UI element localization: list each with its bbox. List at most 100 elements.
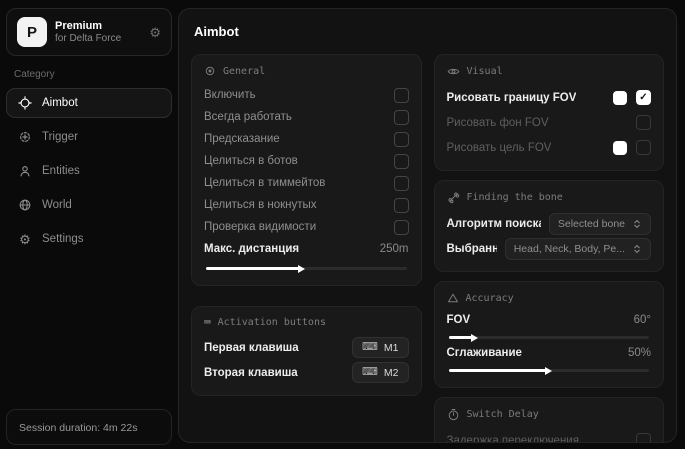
general-card-title: General bbox=[223, 66, 265, 77]
slider-value: 60° bbox=[634, 314, 651, 326]
keybind-row: Вторая клавиша ⌨ M2 bbox=[204, 360, 409, 385]
fov-slider[interactable] bbox=[449, 336, 650, 339]
setting-row: Целиться в нокнутых ✓ bbox=[204, 194, 409, 216]
accuracy-card: Accuracy FOV 60° Сглаживание 50% bbox=[434, 281, 665, 388]
setting-row: Проверка видимости ✓ bbox=[204, 216, 409, 238]
bone-icon bbox=[447, 191, 460, 204]
checkbox-draw-fov-target[interactable]: ✓ bbox=[636, 140, 651, 155]
slider-fill bbox=[206, 267, 302, 270]
brand-logo: P bbox=[17, 17, 47, 47]
selected-bones-select[interactable]: Head, Neck, Body, Pe... bbox=[505, 238, 651, 260]
keybind-label: Вторая клавиша bbox=[204, 367, 298, 379]
slider-thumb[interactable] bbox=[545, 367, 552, 375]
sidebar-nav: Aimbot Trigger Entities bbox=[6, 88, 172, 254]
checkbox-target-teammates[interactable]: ✓ bbox=[394, 176, 409, 191]
checkbox-switch-delay[interactable]: ✓ bbox=[636, 433, 651, 443]
accuracy-card-title: Accuracy bbox=[466, 293, 514, 304]
bone-algorithm-select[interactable]: Selected bone bbox=[549, 213, 651, 235]
gear-icon[interactable]: ⚙ bbox=[149, 26, 161, 39]
left-column: General Включить ✓ Всегда работать ✓ Пре… bbox=[191, 54, 422, 396]
setting-row: Предсказание ✓ bbox=[204, 128, 409, 150]
setting-label: Рисовать границу FOV bbox=[447, 92, 577, 104]
smoothing-slider[interactable] bbox=[449, 369, 650, 372]
activation-card: ⌨ Activation buttons Первая клавиша ⌨ M1… bbox=[191, 306, 422, 396]
trigger-icon bbox=[18, 130, 32, 144]
checkbox-draw-fov-background[interactable]: ✓ bbox=[636, 115, 651, 130]
keybind-value: M1 bbox=[384, 342, 399, 354]
select-value: Selected bone bbox=[558, 218, 625, 230]
check-icon: ✓ bbox=[639, 93, 647, 103]
activation-card-title: Activation buttons bbox=[218, 317, 326, 328]
color-swatch[interactable] bbox=[613, 141, 627, 155]
slider-thumb[interactable] bbox=[298, 265, 305, 273]
sidebar-item-label: Entities bbox=[42, 165, 80, 177]
category-label: Category bbox=[14, 69, 164, 80]
brand-card: P Premium for Delta Force ⚙ bbox=[6, 8, 172, 56]
setting-label: Проверка видимости bbox=[204, 221, 316, 233]
setting-label: Рисовать цель FOV bbox=[447, 142, 552, 154]
sidebar-item-settings[interactable]: ⚙ Settings bbox=[6, 224, 172, 254]
slider-label: FOV bbox=[447, 314, 471, 326]
setting-row: Целиться в тиммейтов ✓ bbox=[204, 172, 409, 194]
keyboard-icon: ⌨ bbox=[204, 317, 211, 328]
unfold-icon bbox=[632, 219, 642, 229]
keybind-row: Первая клавиша ⌨ M1 bbox=[204, 335, 409, 360]
sidebar-item-aimbot[interactable]: Aimbot bbox=[6, 88, 172, 118]
session-card: Session duration: 4m 22s bbox=[6, 409, 172, 445]
main-panel: Aimbot General Включить ✓ bbox=[178, 8, 677, 443]
app-window: P Premium for Delta Force ⚙ Category Aim… bbox=[0, 0, 685, 449]
setting-label: Всегда работать bbox=[204, 111, 292, 123]
first-key-button[interactable]: ⌨ M1 bbox=[352, 337, 408, 358]
sidebar-item-trigger[interactable]: Trigger bbox=[6, 122, 172, 152]
keybind-value: M2 bbox=[384, 367, 399, 379]
right-column: Visual Рисовать границу FOV ✓ Рисовать ф… bbox=[434, 54, 665, 443]
slider-header-row: Сглаживание 50% bbox=[447, 344, 652, 362]
slider-thumb[interactable] bbox=[471, 334, 478, 342]
sidebar-item-world[interactable]: World bbox=[6, 190, 172, 220]
sidebar-item-label: Settings bbox=[42, 233, 84, 245]
brand-text: Premium for Delta Force bbox=[55, 20, 121, 44]
bone-card-title: Finding the bone bbox=[467, 192, 563, 203]
slider-label: Макс. дистанция bbox=[204, 243, 299, 255]
setting-row: Всегда работать ✓ bbox=[204, 106, 409, 128]
setting-label: Предсказание bbox=[204, 133, 280, 145]
keybind-label: Первая клавиша bbox=[204, 342, 299, 354]
setting-label: Целиться в нокнутых bbox=[204, 199, 317, 211]
checkbox-target-bots[interactable]: ✓ bbox=[394, 154, 409, 169]
select-value: Head, Neck, Body, Pe... bbox=[514, 243, 625, 255]
checkbox-enable[interactable]: ✓ bbox=[394, 88, 409, 103]
crosshair-icon bbox=[18, 96, 32, 110]
sidebar-item-entities[interactable]: Entities bbox=[6, 156, 172, 186]
checkbox-draw-fov-border[interactable]: ✓ bbox=[636, 90, 651, 105]
slider-value: 50% bbox=[628, 347, 651, 359]
page-title: Aimbot bbox=[194, 24, 664, 39]
switch-delay-card: Switch Delay Задержка переключения ✓ Зад… bbox=[434, 397, 665, 443]
setting-row: Включить ✓ bbox=[204, 84, 409, 106]
second-key-button[interactable]: ⌨ M2 bbox=[352, 362, 408, 383]
timer-icon bbox=[447, 408, 460, 421]
activation-card-header: ⌨ Activation buttons bbox=[204, 317, 409, 328]
row-controls: ✓ bbox=[613, 90, 651, 105]
setting-row: Алгоритм поиска кост Selected bone bbox=[447, 211, 652, 236]
eye-icon bbox=[447, 65, 460, 78]
row-controls: ✓ bbox=[636, 115, 651, 130]
accuracy-card-header: Accuracy bbox=[447, 292, 652, 304]
general-card-header: General bbox=[204, 65, 409, 77]
setting-label: Задержка переключения bbox=[447, 435, 579, 444]
checkbox-always-work[interactable]: ✓ bbox=[394, 110, 409, 125]
general-card: General Включить ✓ Всегда работать ✓ Пре… bbox=[191, 54, 422, 286]
session-duration: Session duration: 4m 22s bbox=[19, 422, 137, 434]
brand-title: Premium bbox=[55, 20, 121, 32]
checkbox-prediction[interactable]: ✓ bbox=[394, 132, 409, 147]
color-swatch[interactable] bbox=[613, 91, 627, 105]
triangle-icon bbox=[447, 292, 459, 304]
max-distance-slider[interactable] bbox=[206, 267, 407, 270]
checkbox-target-knocked[interactable]: ✓ bbox=[394, 198, 409, 213]
slider-header-row: FOV 60° bbox=[447, 311, 652, 329]
sidebar-item-label: Trigger bbox=[42, 131, 78, 143]
setting-row: Задержка переключения ✓ bbox=[447, 428, 652, 443]
setting-row: Целиться в ботов ✓ bbox=[204, 150, 409, 172]
checkbox-visibility-check[interactable]: ✓ bbox=[394, 220, 409, 235]
unfold-icon bbox=[632, 244, 642, 254]
gear-icon: ⚙ bbox=[18, 232, 32, 246]
